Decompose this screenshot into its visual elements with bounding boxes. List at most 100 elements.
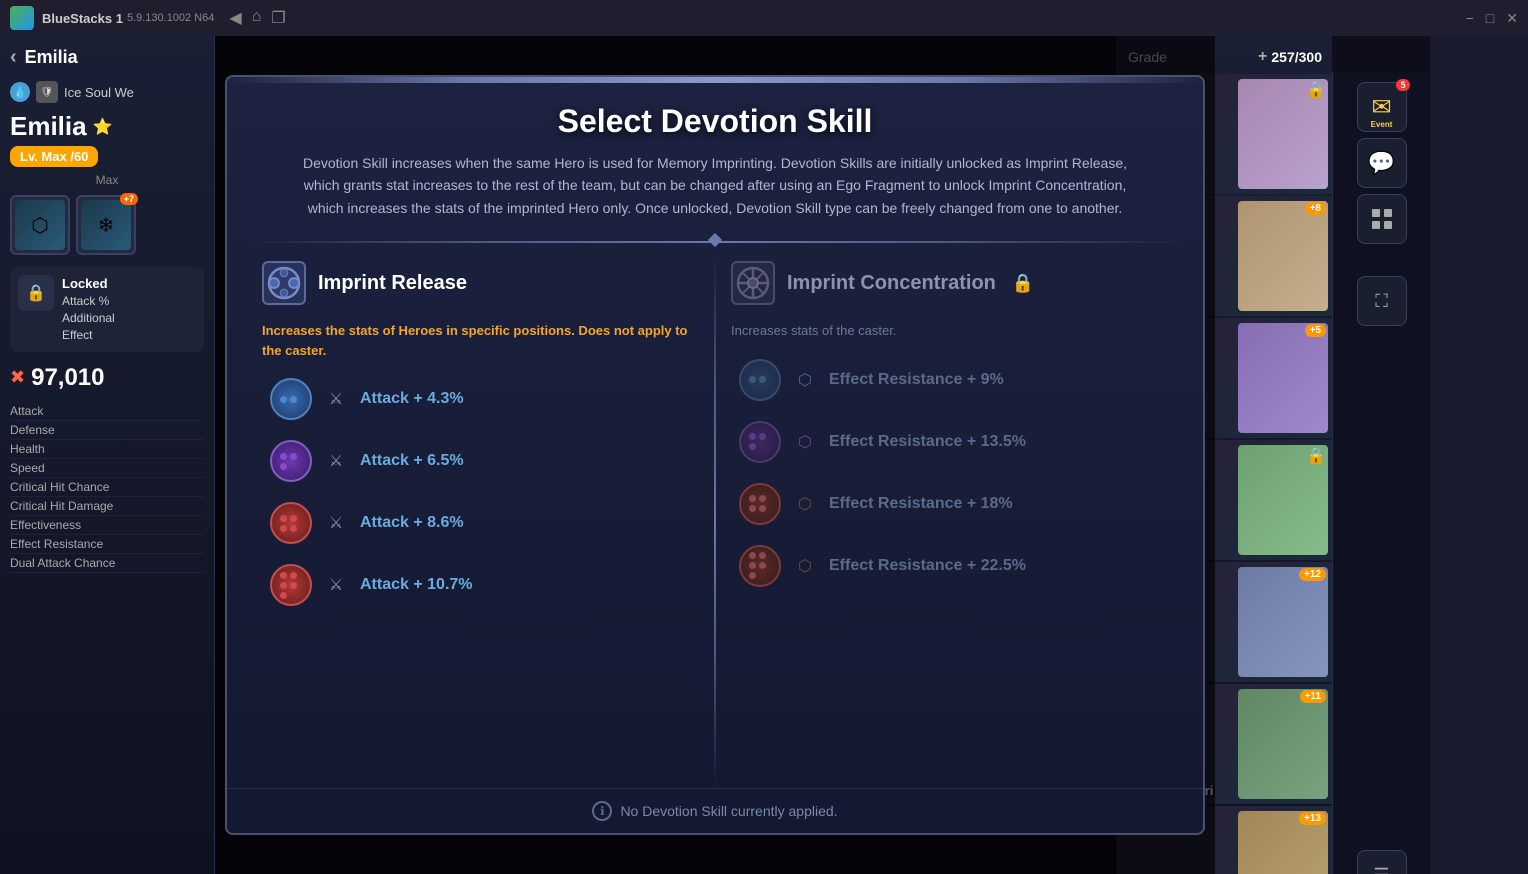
equip-slot-inner-1: ⬡ <box>15 200 65 250</box>
event-btn[interactable]: ✉ 5 Event <box>1357 82 1407 132</box>
resize-btn[interactable]: ⛶ <box>1357 276 1407 326</box>
hero-card-kluri-char <box>1238 689 1328 799</box>
nav-buttons: ◀ ⌂ ❐ <box>229 8 285 28</box>
skill-value-b-locked: Effect Resistance + 9% <box>829 371 1004 389</box>
equip-slot-inner-2: ❄ <box>81 200 131 250</box>
devotion-skill-modal: Select Devotion Skill Devotion Skill inc… <box>225 75 1205 835</box>
skill-value-b: Attack + 4.3% <box>360 390 464 408</box>
modal-columns: Imprint Release Increases the stats of H… <box>227 255 1203 788</box>
settings-btn[interactable]: ☰ <box>1357 850 1407 874</box>
skill-row-s-locked: ⬡ Effect Resistance + 18% <box>731 477 1168 531</box>
skill-value-s: Attack + 8.6% <box>360 514 464 532</box>
skill-row-ss[interactable]: ⚔ Attack + 10.7% <box>262 558 699 612</box>
rank-b-locked-icon <box>739 359 781 401</box>
hero-card-charles-badge: +12 <box>1299 568 1326 581</box>
nav-copy-btn[interactable]: ❐ <box>271 8 285 28</box>
stat-defense: Defense <box>10 421 204 440</box>
app-logo <box>10 6 34 30</box>
combat-power-icon: ✖ <box>10 367 25 388</box>
devotion-text: Locked Attack % Additional Effect <box>62 275 115 344</box>
modal-divider <box>247 241 1183 243</box>
devotion-section[interactable]: 🔒 Locked Attack % Additional Effect <box>10 267 204 352</box>
hero-name: Emilia ⭐ <box>10 111 204 142</box>
resist-icon-b: ⬡ <box>791 366 819 394</box>
stat-speed: Speed <box>10 459 204 478</box>
equip-slot-2[interactable]: ❄ +7 <box>76 195 136 255</box>
event-icon: ✉ <box>1371 93 1391 122</box>
rank-a-dots <box>280 453 302 470</box>
skill-row-b[interactable]: ⚔ Attack + 4.3% <box>262 372 699 426</box>
skill-row-s[interactable]: ⚔ Attack + 8.6% <box>262 496 699 550</box>
imprint-release-header: Imprint Release <box>262 255 699 311</box>
rank-s-dots <box>280 515 302 532</box>
stat-attack: Attack <box>10 402 204 421</box>
modal-footer: ℹ No Devotion Skill currently applied. <box>227 788 1203 833</box>
level-max: Max <box>10 173 204 187</box>
equip-slot-1[interactable]: ⬡ <box>10 195 70 255</box>
sword-icon-a: ⚔ <box>322 447 350 475</box>
footer-text: No Devotion Skill currently applied. <box>620 803 837 819</box>
modal-overlay: Select Devotion Skill Devotion Skill inc… <box>215 36 1215 874</box>
imprint-concentration-skill-list: ⬡ Effect Resistance + 9% <box>731 353 1168 593</box>
rank-s-locked-icon <box>739 483 781 525</box>
menu-grid-icon <box>1369 206 1395 232</box>
imprint-concentration-subtitle: Increases stats of the caster. <box>731 321 1168 341</box>
hero-card-angelica-lock: 🔒 <box>1306 80 1326 100</box>
window-controls: − □ ✕ <box>1466 10 1518 27</box>
info-icon: ℹ <box>592 801 612 821</box>
hero-info: 💧 🛡 Ice Soul We <box>10 81 204 103</box>
devotion-lock-icon: 🔒 <box>18 275 54 311</box>
rank-s-icon <box>270 502 312 544</box>
stat-dual-attack: Dual Attack Chance <box>10 554 204 573</box>
hero-card-cia-badge: +5 <box>1305 324 1326 337</box>
modal-title-section: Select Devotion Skill Devotion Skill inc… <box>227 83 1203 229</box>
skill-value-s-locked: Effect Resistance + 18% <box>829 495 1013 513</box>
sidebar-counter-value: 257/300 <box>1271 49 1322 65</box>
combat-power: ✖ 97,010 <box>10 364 204 392</box>
combat-power-value: 97,010 <box>31 364 104 392</box>
minimize-btn[interactable]: − <box>1466 10 1474 27</box>
event-badge: 5 <box>1396 79 1409 91</box>
imprint-concentration-title: Imprint Concentration <box>787 272 996 295</box>
nav-back-btn[interactable]: ◀ <box>229 8 241 28</box>
rank-ss-dots <box>280 572 302 599</box>
resize-icon: ⛶ <box>1375 291 1388 312</box>
hero-card-kluri-badge: +11 <box>1300 690 1326 703</box>
resist-icon-s: ⬡ <box>791 490 819 518</box>
hero-element-icon: 💧 <box>10 82 30 102</box>
rank-a-icon <box>270 440 312 482</box>
level-bar: Lv. Max /60 <box>10 146 98 167</box>
hero-type-icon: 🛡 <box>36 81 58 103</box>
hero-card-yulha-badge: +13 <box>1299 812 1326 825</box>
stat-health: Health <box>10 440 204 459</box>
back-title: Emilia <box>25 47 78 68</box>
rank-b-dots <box>280 396 302 403</box>
app-name: BlueStacks 1 <box>42 11 123 26</box>
chat-btn[interactable]: 💬 <box>1357 138 1407 188</box>
imprint-release-subtitle: Increases the stats of Heroes in specifi… <box>262 321 699 360</box>
skill-value-ss-locked: Effect Resistance + 22.5% <box>829 557 1026 575</box>
modal-divider-diamond <box>708 233 722 247</box>
rank-ss-locked-icon <box>739 545 781 587</box>
back-header[interactable]: ‹ Emilia <box>10 46 204 69</box>
resist-icon-a: ⬡ <box>791 428 819 456</box>
hero-card-2-badge: +8 <box>1305 202 1326 215</box>
stat-effect-resist: Effect Resistance <box>10 535 204 554</box>
back-arrow-icon[interactable]: ‹ <box>10 46 17 69</box>
equipment-row: ⬡ ❄ +7 <box>10 195 204 255</box>
nav-home-btn[interactable]: ⌂ <box>252 8 262 28</box>
skill-row-b-locked: ⬡ Effect Resistance + 9% <box>731 353 1168 407</box>
hero-card-charles-char <box>1238 567 1328 677</box>
stats-list: Attack Defense Health Speed Critical Hit… <box>10 402 204 573</box>
game-area: ‹ Emilia 💧 🛡 Ice Soul We Emilia ⭐ Lv. Ma… <box>0 36 1430 874</box>
skill-row-a[interactable]: ⚔ Attack + 6.5% <box>262 434 699 488</box>
skill-value-a: Attack + 6.5% <box>360 452 464 470</box>
stat-crit-chance: Critical Hit Chance <box>10 478 204 497</box>
menu-btn[interactable] <box>1357 194 1407 244</box>
close-btn[interactable]: ✕ <box>1506 10 1518 27</box>
maximize-btn[interactable]: □ <box>1486 10 1494 27</box>
modal-description: Devotion Skill increases when the same H… <box>285 152 1145 219</box>
skill-row-ss-locked: ⬡ Effect Resistance + 22.5% <box>731 539 1168 593</box>
sidebar-counter: + 257/300 <box>1258 48 1322 66</box>
app-version: 5.9.130.1002 N64 <box>127 12 214 24</box>
